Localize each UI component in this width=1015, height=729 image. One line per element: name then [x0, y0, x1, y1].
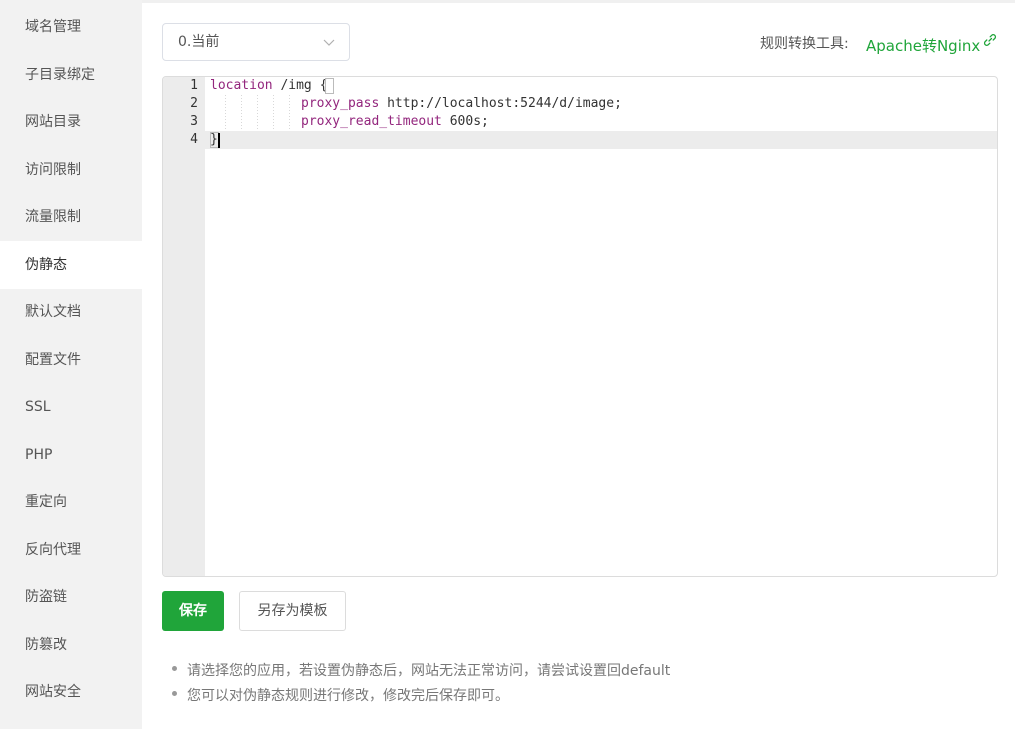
code-keyword: proxy_read_timeout: [301, 114, 442, 129]
matching-brace-highlight: [325, 78, 334, 94]
sidebar-item-site-security[interactable]: 网站安全: [0, 668, 142, 716]
sidebar-item-traffic-limit[interactable]: 流量限制: [0, 193, 142, 241]
line-number: 1: [190, 78, 198, 93]
link-icon[interactable]: [983, 33, 997, 47]
sidebar-item-label: PHP: [25, 447, 53, 463]
tip-text: 您可以对伪静态规则进行修改，修改完后保存即可。: [187, 688, 509, 704]
sidebar-item-config-file[interactable]: 配置文件: [0, 336, 142, 384]
code-text: /img {: [272, 78, 328, 93]
top-divider: [142, 0, 1015, 3]
code-line: proxy_pass http://localhost:5244/d/image…: [301, 95, 622, 113]
apache-to-nginx-link[interactable]: Apache转Nginx: [866, 35, 980, 56]
rewrite-rule-select-value: 0.当前: [178, 34, 220, 50]
sidebar-item-domain-management[interactable]: 域名管理: [0, 3, 142, 51]
sidebar-item-label: 域名管理: [25, 19, 81, 35]
code-line: location /img {: [210, 77, 327, 95]
tip-text: 请选择您的应用，若设置伪静态后，网站无法正常访问，请尝试设置回default: [187, 663, 671, 679]
line-number: 2: [190, 96, 198, 111]
sidebar-item-reverse-proxy[interactable]: 反向代理: [0, 526, 142, 574]
sidebar-item-hotlink-protection[interactable]: 防盗链: [0, 573, 142, 621]
sidebar-item-label: 流量限制: [25, 209, 81, 225]
code-keyword: location: [210, 78, 273, 93]
sidebar-item-redirect[interactable]: 重定向: [0, 478, 142, 526]
active-line-highlight: [163, 131, 997, 149]
sidebar-item-rewrite[interactable]: 伪静态: [0, 241, 142, 289]
sidebar-item-label: 防盗链: [25, 589, 67, 605]
line-number: 4: [190, 132, 198, 147]
chevron-down-icon: [323, 39, 335, 46]
code-text: http://localhost:5244/d/image;: [379, 96, 622, 111]
sidebar-item-site-directory[interactable]: 网站目录: [0, 98, 142, 146]
sidebar-item-tamper-proof[interactable]: 防篡改: [0, 621, 142, 669]
code-line: proxy_read_timeout 600s;: [301, 113, 489, 131]
sidebar-item-label: SSL: [25, 399, 51, 415]
rewrite-rule-editor[interactable]: 1 2 3 4 location /img { proxy_pass http:…: [162, 76, 998, 577]
sidebar-item-subdirectory-binding[interactable]: 子目录绑定: [0, 51, 142, 99]
sidebar: 域名管理 子目录绑定 网站目录 访问限制 流量限制 伪静态 默认文档 配置文件 …: [0, 0, 142, 729]
sidebar-item-label: 配置文件: [25, 352, 81, 368]
code-text: 600s;: [441, 114, 489, 129]
tip-bullet: [172, 691, 177, 696]
site-settings-panel: 域名管理 子目录绑定 网站目录 访问限制 流量限制 伪静态 默认文档 配置文件 …: [0, 0, 1015, 729]
sidebar-item-label: 网站安全: [25, 684, 81, 700]
save-button[interactable]: 保存: [162, 591, 224, 631]
text-cursor: [218, 133, 220, 148]
sidebar-item-ssl[interactable]: SSL: [0, 383, 142, 431]
sidebar-item-label: 反向代理: [25, 542, 81, 558]
line-number: 3: [190, 114, 198, 129]
rewrite-rule-select[interactable]: 0.当前: [162, 23, 350, 61]
sidebar-item-label: 网站目录: [25, 114, 81, 130]
sidebar-item-label: 子目录绑定: [25, 67, 95, 83]
sidebar-item-default-document[interactable]: 默认文档: [0, 288, 142, 336]
sidebar-item-label: 防篡改: [25, 637, 67, 653]
sidebar-item-label: 访问限制: [25, 162, 81, 178]
rule-conversion-tool-label: 规则转换工具:: [760, 36, 849, 52]
tip-bullet: [172, 666, 177, 671]
save-as-template-button[interactable]: 另存为模板: [239, 591, 346, 631]
code-keyword: proxy_pass: [301, 96, 380, 111]
sidebar-item-label: 伪静态: [25, 257, 67, 273]
sidebar-item-access-limit[interactable]: 访问限制: [0, 146, 142, 194]
indent-guides: [225, 95, 290, 131]
sidebar-item-label: 重定向: [25, 494, 67, 510]
sidebar-item-php[interactable]: PHP: [0, 431, 142, 479]
sidebar-item-label: 默认文档: [25, 304, 81, 320]
line-number-gutter: 1 2 3 4: [163, 77, 205, 576]
